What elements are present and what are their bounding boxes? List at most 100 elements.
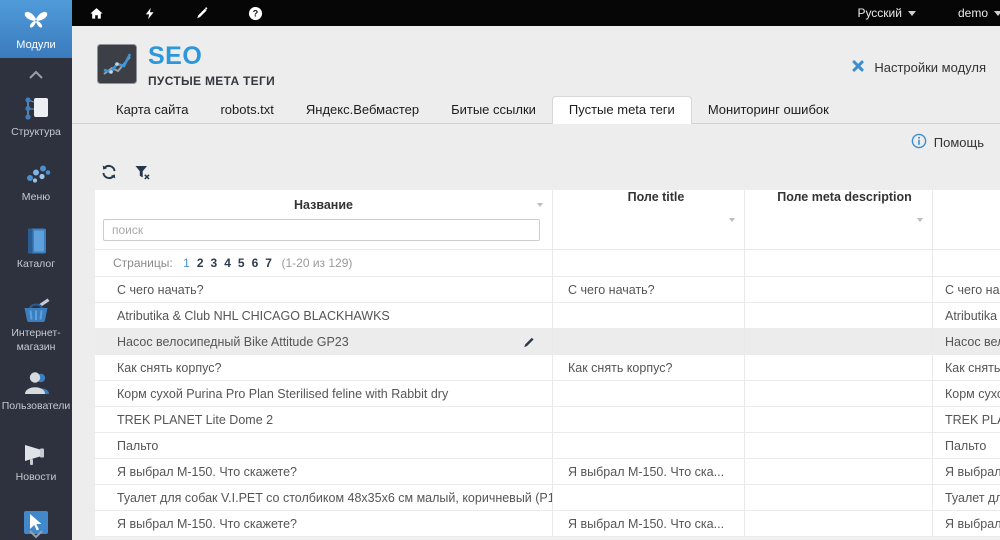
cell-name[interactable]: Насос велосипедный Bike Attitude GP23 — [95, 329, 553, 354]
sort-icon[interactable] — [729, 218, 735, 222]
help-link[interactable]: Помощь — [911, 133, 984, 152]
lightning-icon — [143, 6, 156, 21]
column-header-name[interactable]: Название — [95, 190, 553, 249]
cell-extra[interactable]: Насос велосипедный Bike Attitude GP23 — [933, 329, 1000, 354]
table-row[interactable]: Туалет для собак V.I.PET со столбиком 48… — [95, 485, 1000, 511]
cell-meta[interactable] — [745, 433, 933, 458]
language-selector[interactable]: Русский — [857, 6, 916, 20]
cell-title[interactable]: Я выбрал М-150. Что ска... — [553, 511, 745, 536]
edit-button[interactable] — [192, 3, 212, 23]
sidebar-item-users[interactable]: Пользователи — [0, 368, 72, 413]
home-icon — [89, 6, 104, 21]
cell-meta[interactable] — [745, 277, 933, 302]
table-row[interactable]: TREK PLANET Lite Dome 2 TREK PLANET Lite… — [95, 407, 1000, 433]
column-header-meta-description[interactable]: Поле meta description — [745, 190, 933, 249]
table-row-highlighted[interactable]: Насос велосипедный Bike Attitude GP23 На… — [95, 329, 1000, 355]
cell-name-text: Насос велосипедный Bike Attitude GP23 — [117, 335, 349, 349]
sort-icon[interactable] — [917, 218, 923, 222]
cell-title[interactable]: Как снять корпус? — [553, 355, 745, 380]
sidebar-item-menu[interactable]: Меню — [0, 159, 72, 204]
refresh-button[interactable] — [101, 164, 117, 180]
column-header-title[interactable]: Поле title — [553, 190, 745, 249]
cell-meta[interactable] — [745, 407, 933, 432]
settings-label: Настройки модуля — [874, 60, 986, 75]
cell-extra[interactable]: С чего начать? — [933, 277, 1000, 302]
cell-extra[interactable]: Корм сухой Purina Pro Plan Sterilised fe… — [933, 381, 1000, 406]
tab-robots[interactable]: robots.txt — [204, 97, 289, 123]
page-number[interactable]: 4 — [224, 256, 231, 270]
cell-extra[interactable]: Я выбрал М-150. Что скажете? — [933, 511, 1000, 536]
table-row[interactable]: Корм сухой Purina Pro Plan Sterilised fe… — [95, 381, 1000, 407]
cell-name[interactable]: С чего начать? — [95, 277, 553, 302]
cell-extra[interactable]: Как снять корпус? — [933, 355, 1000, 380]
cell-name[interactable]: Я выбрал М-150. Что скажете? — [95, 459, 553, 484]
sidebar: Модули Структура Меню — [0, 0, 72, 540]
tab-yandex-webmaster[interactable]: Яндекс.Вебмастер — [290, 97, 435, 123]
sidebar-item-catalog[interactable]: Каталог — [0, 226, 72, 271]
page-number[interactable]: 2 — [197, 256, 204, 270]
tab-empty-meta-tags[interactable]: Пустые meta теги — [552, 96, 692, 124]
sidebar-item-label: Каталог — [17, 258, 55, 271]
cell-title[interactable] — [553, 381, 745, 406]
cell-extra[interactable]: TREK PLANET Lite Dome 2 — [933, 407, 1000, 432]
table-row[interactable]: Atributika & Club NHL CHICAGO BLACKHAWKS… — [95, 303, 1000, 329]
sidebar-item-modules[interactable]: Модули — [0, 0, 72, 58]
cell-title[interactable] — [553, 329, 745, 354]
cell-extra[interactable]: Пальто — [933, 433, 1000, 458]
table-row[interactable]: Как снять корпус? Как снять корпус? Как … — [95, 355, 1000, 381]
table-row[interactable]: Пальто Пальто — [95, 433, 1000, 459]
user-menu[interactable]: demo — [958, 6, 1000, 20]
cell-extra[interactable]: Atributika & Club NHL CHICAGO BLACKHAWKS — [933, 303, 1000, 328]
cell-meta[interactable] — [745, 459, 933, 484]
filter-clear-button[interactable] — [134, 164, 151, 180]
cell-name[interactable]: Я выбрал М-150. Что скажете? — [95, 511, 553, 536]
cell-meta[interactable] — [745, 485, 933, 510]
home-button[interactable] — [86, 3, 106, 23]
cell-name[interactable]: Atributika & Club NHL CHICAGO BLACKHAWKS — [95, 303, 553, 328]
sidebar-item-shop[interactable]: Интернет-магазин — [0, 295, 72, 353]
cell-title[interactable] — [553, 433, 745, 458]
cell-title[interactable] — [553, 407, 745, 432]
cell-name[interactable]: TREK PLANET Lite Dome 2 — [95, 407, 553, 432]
main-content: SEO ПУСТЫЕ МЕТА ТЕГИ Настройки модуля Ка… — [72, 26, 1000, 540]
column-header-extra — [933, 190, 1000, 249]
sidebar-scroll-up[interactable] — [0, 58, 72, 88]
sidebar-item-news[interactable]: Новости — [0, 439, 72, 484]
help-label: Помощь — [934, 135, 984, 150]
edit-pencil-icon[interactable] — [522, 335, 536, 349]
page-number[interactable]: 6 — [252, 256, 259, 270]
cell-meta[interactable] — [745, 329, 933, 354]
sidebar-scroll-down[interactable] — [0, 526, 72, 540]
table-row[interactable]: Я выбрал М-150. Что скажете? Я выбрал М-… — [95, 459, 1000, 485]
tab-error-monitoring[interactable]: Мониторинг ошибок — [692, 97, 845, 123]
cell-name[interactable]: Как снять корпус? — [95, 355, 553, 380]
page-number-current[interactable]: 1 — [183, 256, 190, 270]
module-settings-button[interactable]: Настройки модуля — [850, 58, 986, 77]
sidebar-item-structure[interactable]: Структура — [0, 94, 72, 139]
tab-sitemap[interactable]: Карта сайта — [100, 97, 204, 123]
table-row[interactable]: Я выбрал М-150. Что скажете? Я выбрал М-… — [95, 511, 1000, 537]
cell-name[interactable]: Корм сухой Purina Pro Plan Sterilised fe… — [95, 381, 553, 406]
cell-name[interactable]: Туалет для собак V.I.PET со столбиком 48… — [95, 485, 553, 510]
cell-meta[interactable] — [745, 381, 933, 406]
page-number[interactable]: 7 — [265, 256, 272, 270]
cell-meta[interactable] — [745, 511, 933, 536]
table-row[interactable]: С чего начать? С чего начать? С чего нач… — [95, 277, 1000, 303]
cell-meta[interactable] — [745, 355, 933, 380]
sort-icon[interactable] — [537, 203, 543, 207]
help-button[interactable]: ? — [245, 3, 265, 23]
cell-name[interactable]: Пальто — [95, 433, 553, 458]
quick-actions-button[interactable] — [139, 3, 159, 23]
cell-title[interactable]: Я выбрал М-150. Что ска... — [553, 459, 745, 484]
tab-broken-links[interactable]: Битые ссылки — [435, 97, 552, 123]
cell-title[interactable] — [553, 303, 745, 328]
page-number[interactable]: 5 — [238, 256, 245, 270]
search-input[interactable] — [103, 219, 540, 241]
cell-title[interactable]: С чего начать? — [553, 277, 745, 302]
cell-meta[interactable] — [745, 303, 933, 328]
cell-extra[interactable]: Туалет для собак V.I.PET со столбиком 48… — [933, 485, 1000, 510]
table-header-row: Название Поле title Поле meta descriptio… — [95, 190, 1000, 250]
cell-extra[interactable]: Я выбрал М-150. Что скажете? — [933, 459, 1000, 484]
cell-title[interactable] — [553, 485, 745, 510]
page-number[interactable]: 3 — [211, 256, 218, 270]
